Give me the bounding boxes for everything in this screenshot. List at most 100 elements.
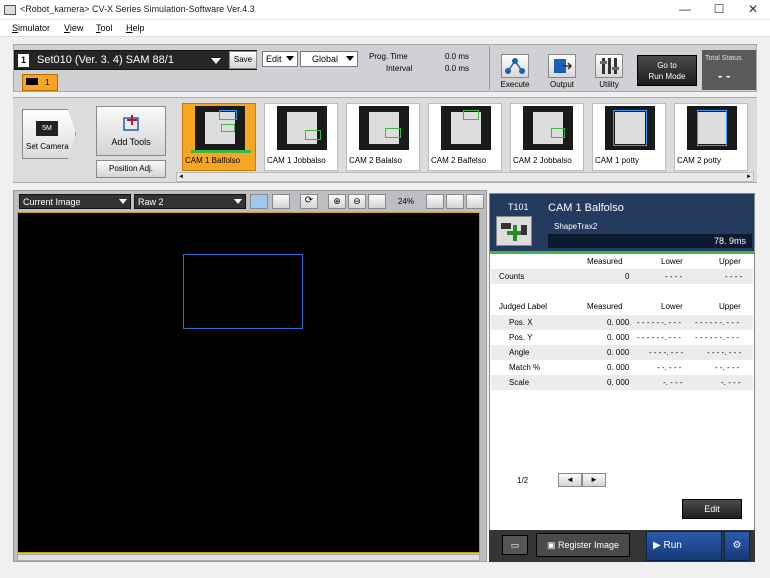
edit-button[interactable]: Edit (682, 499, 742, 519)
interval-label: Interval (386, 64, 413, 73)
play-icon: ▶ (653, 540, 664, 551)
row-measured: 0. 000 (607, 318, 630, 327)
tool-id: T101 (508, 202, 529, 212)
counts-measured: 0 (625, 272, 630, 281)
run-settings-icon[interactable]: ⚙ (724, 531, 750, 561)
thumbnail-cam2-potty[interactable]: CAM 2 potty (674, 103, 748, 171)
row-label: Pos. Y (509, 333, 533, 342)
next-page-button[interactable]: ► (582, 473, 606, 487)
row-lower: - - - - - -. - - - (637, 318, 681, 327)
thumbnail-cam2-balalso[interactable]: CAM 2 Balalso (346, 103, 420, 171)
scope-select-value: Global (312, 54, 339, 64)
execute-button[interactable] (501, 54, 529, 78)
col-measured-2: Measured (587, 302, 623, 311)
row-lower: - -. - - - (657, 363, 682, 372)
viewer-hscrollbar[interactable] (17, 554, 480, 561)
thumbnail-image (195, 106, 245, 150)
output-label: Output (549, 80, 574, 89)
window-title: <Robot_kamera> CV-X Series Simulation-So… (20, 4, 255, 14)
shapetrax-icon (496, 216, 532, 246)
tab-1[interactable]: 1 (22, 74, 58, 91)
search-region-roi[interactable] (183, 254, 303, 329)
result-row-scale[interactable]: Scale 0. 000 -. - - - -. - - - (491, 375, 753, 390)
result-row-pos-y[interactable]: Pos. Y 0. 000 - - - - - -. - - - - - - -… (491, 330, 753, 345)
histogram-icon[interactable] (426, 194, 444, 209)
thumbnail-image (523, 106, 573, 150)
output-button[interactable] (548, 54, 576, 78)
thumbnail-cam1-jobbalso[interactable]: CAM 1 Jobbalso (264, 103, 338, 171)
scope-select[interactable]: Global (300, 51, 358, 67)
snapshot-icon[interactable] (466, 194, 484, 209)
chevron-down-icon (286, 56, 294, 61)
utility-button[interactable] (595, 54, 623, 78)
save-button[interactable]: Save (229, 51, 257, 69)
menu-bar: Simulator View Tool Help (0, 20, 770, 37)
register-image-button[interactable]: ▣ Register Image (536, 533, 630, 557)
position-adj-button[interactable]: Position Adj. (96, 160, 166, 178)
tab-1-label: 1 (45, 78, 50, 87)
thumbnail-cam1-potty[interactable]: CAM 1 potty (592, 103, 666, 171)
run-button[interactable]: ▶ Run (646, 531, 722, 561)
chevron-down-icon[interactable] (211, 58, 221, 64)
register-image-label: Register Image (557, 540, 620, 550)
counts-row: Counts 0 - - - - - - - - (491, 269, 753, 284)
menu-view[interactable]: View (64, 23, 83, 33)
row-measured: 0. 000 (607, 348, 630, 357)
scroll-left-icon[interactable]: ◄ (178, 174, 184, 180)
row-lower: - - - - - -. - - - (637, 333, 681, 342)
counts-lower: - - - - (665, 272, 683, 281)
back-icon[interactable] (446, 194, 464, 209)
image-source-select[interactable]: Current Image (19, 194, 131, 209)
execute-label: Execute (500, 80, 530, 89)
thumbnail-cam2-balfelso[interactable]: CAM 2 Balfelso (428, 103, 502, 171)
total-status-label: Total Status (705, 55, 742, 62)
keyboard-icon[interactable]: ▭ (502, 535, 528, 555)
output-icon (554, 59, 573, 73)
close-button[interactable]: ✕ (736, 0, 770, 20)
lock-view-icon[interactable] (272, 194, 290, 209)
menu-simulator[interactable]: Simulator (12, 23, 50, 33)
prev-page-button[interactable]: ◄ (558, 473, 582, 487)
maximize-button[interactable]: ☐ (702, 0, 736, 20)
menu-help[interactable]: Help (126, 23, 145, 33)
thumbnail-cam1-balfolso[interactable]: CAM 1 Balfolso (182, 103, 256, 171)
row-label: Match % (509, 363, 541, 372)
raw-image-select[interactable]: Raw 2 (134, 194, 246, 209)
thumbnail-cam2-jobbalso[interactable]: CAM 2 Jobbalso (510, 103, 584, 171)
result-row-angle[interactable]: Angle 0. 000 - - - -. - - - - - - -. - -… (491, 345, 753, 360)
edit-select[interactable]: Edit (262, 51, 298, 67)
refresh-icon[interactable]: ⟳ (300, 194, 318, 209)
zoom-out-icon[interactable]: ⊖ (348, 194, 366, 209)
toolbar-divider (489, 46, 490, 90)
prog-time-label: Prog. Time (369, 52, 408, 61)
counts-label: Counts (499, 272, 525, 281)
tool-type: ShapeTrax2 (554, 222, 598, 231)
goto-run-mode-button[interactable]: Go to Run Mode (637, 55, 697, 86)
scroll-right-icon[interactable]: ► (746, 174, 752, 180)
chevron-down-icon (234, 199, 242, 204)
tool-name: CAM 1 Balfolso (548, 202, 624, 214)
add-tools-label: Add Tools (111, 137, 151, 147)
minimize-button[interactable]: — (668, 0, 702, 20)
prog-time-value: 0.0 ms (445, 52, 470, 61)
processing-time-bar: 78. 9ms (548, 234, 752, 248)
app-icon (4, 5, 16, 15)
layout-toggle-icon[interactable] (250, 194, 268, 209)
result-row-pos-x[interactable]: Pos. X 0. 000 - - - - - -. - - - - - - -… (491, 315, 753, 330)
fit-view-icon[interactable] (368, 194, 386, 209)
thumbnail-image (687, 106, 737, 150)
setting-selector[interactable]: 1 Set010 (Ver. 3. 4) SAM 88/1 (14, 50, 257, 70)
thumbnail-image (277, 106, 327, 150)
result-row-match[interactable]: Match % 0. 000 - -. - - - - -. - - - (491, 360, 753, 375)
raw-image-value: Raw 2 (138, 197, 164, 207)
col-lower-2: Lower (661, 302, 683, 311)
row-upper: - - - -. - - - (707, 348, 742, 357)
set-camera-button[interactable]: 5M Set Camera (22, 109, 76, 159)
add-tools-button[interactable]: Add Tools (96, 106, 166, 156)
thumbnail-scrollbar[interactable]: ◄ ► (176, 172, 754, 182)
row-upper: -. - - - (721, 378, 741, 387)
execute-icon (505, 58, 525, 74)
goto-run-line1: Go to (657, 61, 677, 70)
menu-tool[interactable]: Tool (96, 23, 113, 33)
zoom-in-icon[interactable]: ⊕ (328, 194, 346, 209)
